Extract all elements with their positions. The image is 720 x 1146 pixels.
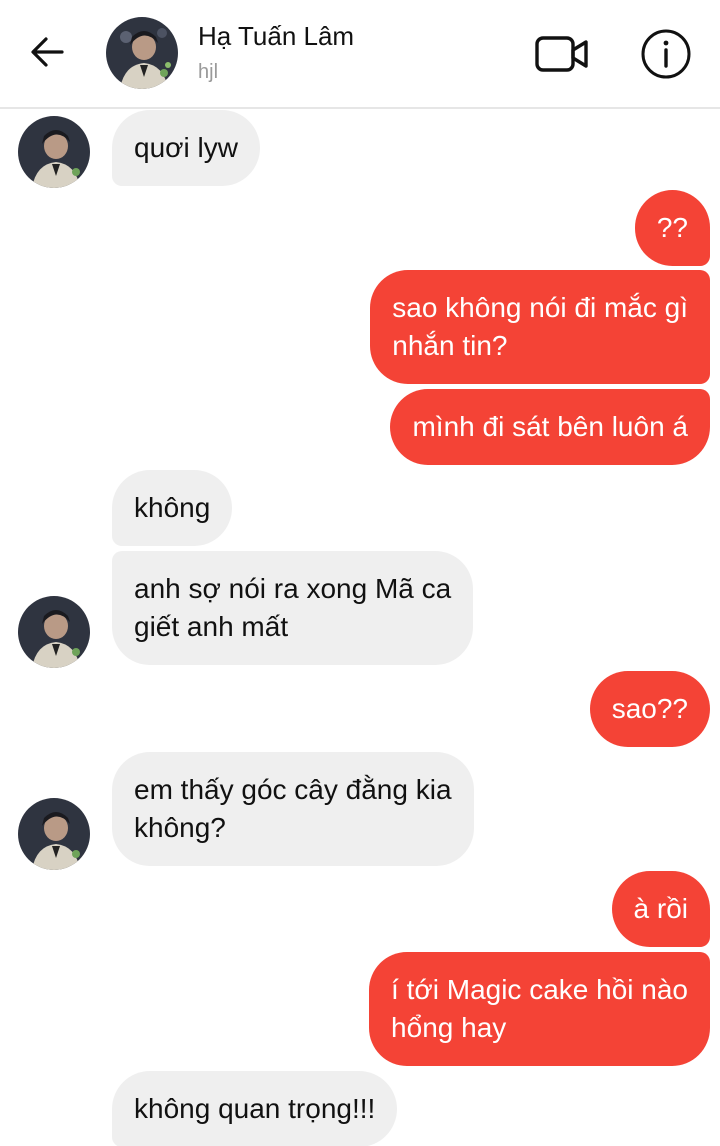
message-bubble-outgoing[interactable]: ?? [634,190,710,266]
video-camera-icon [535,36,588,72]
message-line: nhắn tin? [392,330,508,361]
back-button[interactable] [26,30,70,74]
contact-name[interactable]: Hạ Tuấn Lâm [198,21,354,52]
message-bubble-incoming[interactable]: quơi lyw [112,110,260,186]
message-line: anh sợ nói ra xong Mã ca [134,573,452,604]
message-text: ?? [656,212,688,243]
message-line: í tới Magic cake hồi nào [391,974,688,1005]
message-text: quơi lyw [134,132,238,163]
message-bubble-incoming[interactable]: không quan trọng!!! [112,1071,398,1146]
message-line: không? [134,812,226,843]
info-icon [641,29,691,79]
info-button[interactable] [640,28,692,80]
message-text: không [134,492,211,523]
chat-header: Hạ Tuấn Lâm hjl [0,0,720,109]
message-text: à rồi [633,893,688,924]
message-bubble-incoming[interactable]: anh sợ nói ra xong Mã ca giết anh mất [112,551,474,665]
message-bubble-outgoing[interactable]: sao không nói đi mắc gì nhắn tin? [370,270,710,384]
message-text: sao?? [611,693,688,724]
sender-avatar[interactable] [18,596,90,668]
message-line: sao không nói đi mắc gì [392,292,688,323]
contact-avatar[interactable] [106,17,178,89]
message-bubble-outgoing[interactable]: mình đi sát bên luôn á [390,389,710,465]
message-line: hổng hay [391,1012,507,1043]
contact-subtitle: hjl [198,61,219,83]
message-text: mình đi sát bên luôn á [412,411,688,442]
sender-avatar[interactable] [18,798,90,870]
message-bubble-outgoing[interactable]: sao?? [589,671,710,747]
message-bubble-outgoing[interactable]: à rồi [611,871,710,947]
message-text: không quan trọng!!! [134,1093,376,1124]
message-line: em thấy góc cây đằng kia [134,774,452,805]
message-line: giết anh mất [134,611,289,642]
arrow-left-icon [31,37,64,67]
message-bubble-incoming[interactable]: em thấy góc cây đằng kia không? [112,752,474,866]
message-bubble-outgoing[interactable]: í tới Magic cake hồi nào hổng hay [369,952,710,1066]
sender-avatar[interactable] [18,116,90,188]
video-call-button[interactable] [534,30,590,78]
message-bubble-incoming[interactable]: không [112,470,233,546]
